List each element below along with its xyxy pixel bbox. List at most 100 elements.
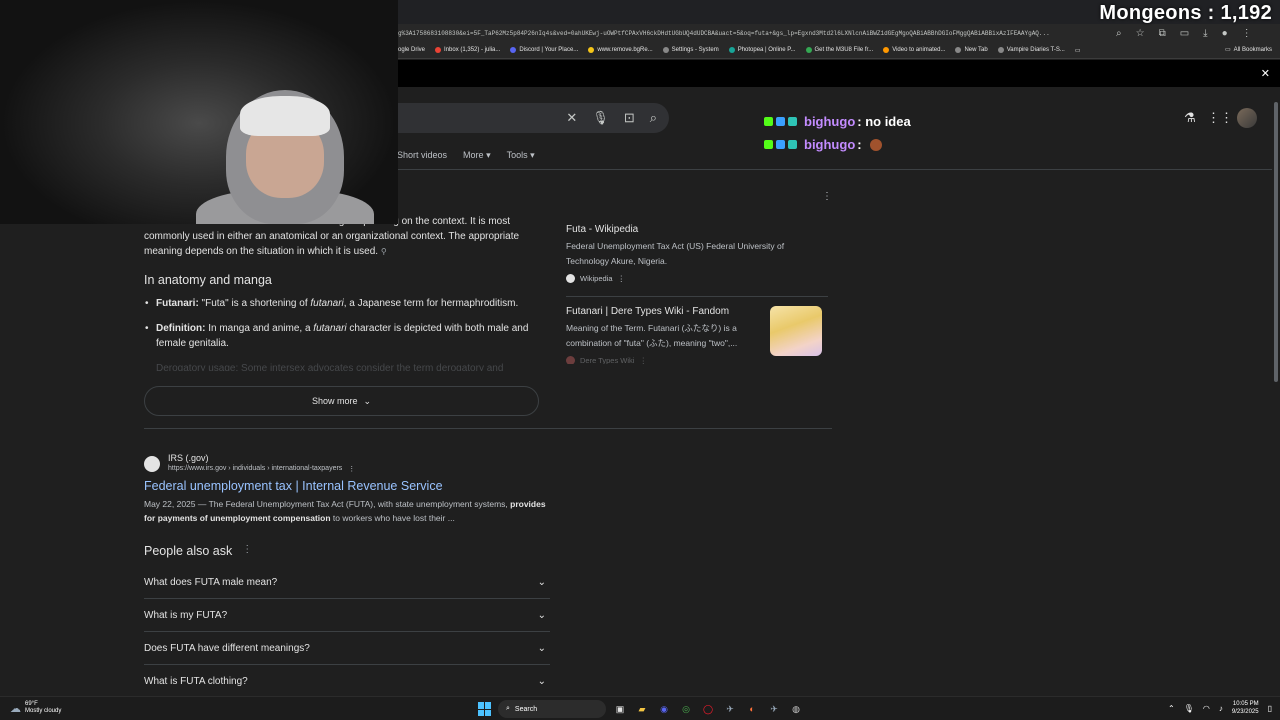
source-card[interactable]: Futa - Wikipedia Federal Unemployment Ta… [566,224,828,283]
bookmark-item[interactable]: Photopea | Online P... [728,47,796,53]
bookmark-folder[interactable]: ▭ [1075,47,1081,54]
menu-icon[interactable]: ⋮ [1242,28,1252,39]
show-more-button[interactable]: Show more ⌄ [144,386,539,416]
sub-badge-icon [788,140,797,149]
fandom-icon [566,356,575,364]
volume-icon[interactable]: ♪ [1219,704,1223,713]
search-icon: ⌕ [506,705,510,712]
result-site-name[interactable]: IRS (.gov) [168,453,209,463]
bookmark-item[interactable]: Vampire Diaries T-S... [997,47,1065,53]
labs-flask-icon[interactable]: ⚗ [1182,110,1198,126]
file-explorer-icon[interactable]: ▰ [634,701,650,717]
chat-message: bighugo : no idea [764,110,911,133]
bookmark-item[interactable]: ogle Drive [398,47,425,53]
start-button[interactable] [478,702,492,716]
scroll-thumb[interactable] [1274,102,1278,382]
scrollbar[interactable] [1272,88,1280,696]
close-icon[interactable]: ✕ [1261,67,1270,80]
zoom-icon[interactable]: ⌕ [1116,28,1122,39]
chevron-down-icon: ⌄ [537,676,546,687]
divider [144,428,832,429]
more-options-icon[interactable]: ⋮ [618,274,626,283]
address-bar[interactable]: g%3A1758683108830&ei=5F_TaP62Mz5p84P26nI… [398,24,1280,42]
bookmark-item[interactable]: Discord | Your Place... [510,47,578,53]
bookmark-item[interactable]: Video to animated... [883,47,945,53]
bookmark-item[interactable]: Get the M3U8 File fr... [805,47,873,53]
system-tray: ⌃ 🎙 ◠ ♪ 10:05 PM 9/23/2025 ▯ [1168,700,1272,716]
overview-bullets: Futanari: "Futa" is a shortening of futa… [145,296,546,381]
result-title-link[interactable]: Federal unemployment tax | Internal Reve… [144,479,443,493]
tab-short-videos[interactable]: Short videos [397,150,447,161]
section-heading: In anatomy and manga [144,273,272,287]
cloud-icon: ☁ [10,702,21,715]
anime-thumbnail[interactable] [770,306,822,356]
people-also-ask-heading: People also ask [144,544,233,558]
list-item: Definition: In manga and anime, a futana… [145,321,546,351]
weather-widget[interactable]: ☁ 69°F Mostly cloudy [10,701,61,715]
clear-icon[interactable]: ✕ [566,110,577,126]
search-input[interactable]: ✕ 🎙 ⊡ ⌕ [398,103,669,133]
bookmark-item[interactable]: Settings - System [662,47,719,53]
sidepanel-icon[interactable]: ▭ [1180,28,1189,39]
irs-favicon-icon [144,456,160,472]
overview-line: meaning depends on the situation in whic… [144,246,387,257]
camera-search-icon[interactable]: ⊡ [624,110,635,126]
obs-icon[interactable]: ◍ [788,701,804,717]
opera-icon[interactable]: ◯ [700,701,716,717]
site-icon [997,47,1004,53]
caret-down-icon: ▾ [530,150,535,160]
steam-icon[interactable]: ✈ [766,701,782,717]
apps-grid-icon[interactable]: ⋮⋮ [1207,110,1233,126]
all-bookmarks-button[interactable]: ▭ All Bookmarks [1225,46,1272,54]
list-item: Futanari: "Futa" is a shortening of futa… [145,296,546,311]
microphone-icon[interactable]: 🎙 [1184,704,1194,713]
gem-badge-icon [776,140,785,149]
webcam-overlay [0,0,398,224]
avatar[interactable] [1237,108,1257,128]
bookmark-item[interactable]: Inbox (1,352) - julia... [435,47,500,53]
question-item[interactable]: What is FUTA clothing? ⌄ [144,665,550,698]
download-icon[interactable]: ⤓ [1203,28,1207,39]
chrome-icon[interactable]: ◎ [678,701,694,717]
more-options-icon[interactable]: ⋮ [242,544,252,558]
result-url[interactable]: https://www.irs.gov › individuals › inte… [168,465,342,473]
discord-icon[interactable]: ◉ [656,701,672,717]
wikipedia-icon [566,274,575,283]
tab-tools[interactable]: Tools ▾ [507,150,535,161]
notification-icon[interactable]: ▯ [1268,704,1272,713]
task-view-icon[interactable]: ▣ [612,701,628,717]
search-icon[interactable]: ⌕ [650,110,657,126]
steam-icon[interactable]: ✈ [722,701,738,717]
firefox-icon[interactable]: ◐ [744,701,760,717]
search-tabs: Short videos More ▾ Tools ▾ [397,150,535,161]
link-icon[interactable]: ⚲ [381,247,387,256]
bookmark-star-icon[interactable]: ☆ [1136,28,1145,39]
video-icon [883,47,890,53]
more-options-icon[interactable]: ⋮ [348,465,355,473]
divider [566,296,828,297]
bookmarks-bar: ogle Drive Inbox (1,352) - julia... Disc… [398,42,1280,59]
extensions-icon[interactable]: ⧉ [1159,28,1166,39]
question-item[interactable]: What does FUTA male mean? ⌄ [144,566,550,599]
source-card[interactable]: Futanari | Dere Types Wiki - Fandom Mean… [566,306,828,364]
more-options-icon[interactable]: ⋮ [822,191,832,202]
chevron-up-icon[interactable]: ⌃ [1168,704,1175,713]
microphone-icon[interactable]: 🎙 [592,110,609,126]
bookmark-item[interactable]: New Tab [955,47,988,53]
chat-message: bighugo : [764,133,911,156]
source-desc: Federal Unemployment Tax Act (US) Federa… [566,241,785,266]
chevron-down-icon: ⌄ [537,576,546,588]
url-text[interactable]: g%3A1758683108830&ei=5F_TaP62Mz5p84P26nI… [398,30,1110,37]
question-item[interactable]: What is my FUTA? ⌄ [144,599,550,632]
bookmark-item[interactable]: www.remove.bgRe... [588,47,653,53]
wifi-icon[interactable]: ◠ [1203,704,1210,713]
clock[interactable]: 10:05 PM 9/23/2025 [1232,700,1259,716]
profile-icon[interactable]: ● [1222,28,1228,39]
taskbar: ☁ 69°F Mostly cloudy ⌕ Search ▣ ▰ ◉ ◎ ◯ … [0,696,1280,720]
tab-more[interactable]: More ▾ [463,150,491,161]
kick-badge-icon [764,117,773,126]
question-item[interactable]: Does FUTA have different meanings? ⌄ [144,632,550,665]
more-options-icon[interactable]: ⋮ [639,356,647,364]
taskbar-search[interactable]: ⌕ Search [498,700,606,718]
source-title[interactable]: Futa - Wikipedia [566,224,828,235]
